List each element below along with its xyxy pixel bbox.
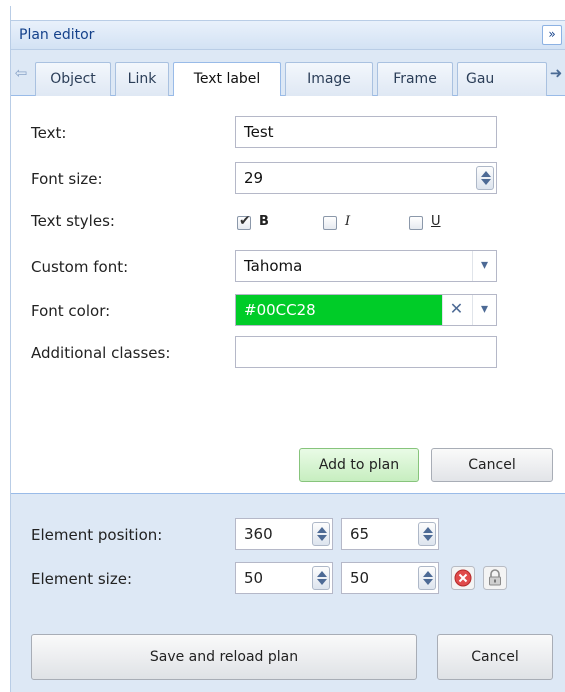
spinner-icon[interactable]	[476, 166, 494, 190]
element-position-label: Element position:	[31, 526, 163, 544]
font-size-stepper[interactable]: 29	[235, 162, 497, 194]
font-size-label: Font size:	[31, 170, 103, 188]
custom-font-select[interactable]: Tahoma ▾	[235, 250, 497, 282]
collapse-icon[interactable]: »	[542, 25, 562, 45]
bold-checkbox[interactable]: ✔	[237, 213, 251, 230]
position-x-stepper[interactable]: 360	[235, 518, 333, 550]
panel-title: Plan editor	[19, 27, 95, 43]
additional-classes-label: Additional classes:	[31, 344, 171, 362]
clear-icon[interactable]: ✕	[442, 295, 470, 325]
tab-gauge[interactable]: Gau	[457, 62, 547, 96]
remove-icon[interactable]	[451, 566, 475, 590]
cancel-button[interactable]: Cancel	[431, 448, 553, 482]
text-label: Text:	[31, 124, 67, 142]
add-to-plan-button[interactable]: Add to plan	[299, 448, 419, 482]
size-width-value: 50	[244, 569, 264, 587]
spinner-icon[interactable]	[418, 566, 436, 590]
footer-cancel-button[interactable]: Cancel	[437, 634, 553, 680]
additional-classes-input[interactable]	[235, 336, 497, 368]
size-width-stepper[interactable]: 50	[235, 562, 333, 594]
lock-icon[interactable]	[483, 566, 507, 590]
underline-checkbox[interactable]	[409, 216, 423, 230]
tab-frame[interactable]: Frame	[377, 62, 453, 96]
plan-editor-panel: Plan editor » ⇦ Object Link Text label I…	[10, 6, 565, 692]
size-height-value: 50	[350, 569, 370, 587]
italic-label: I	[345, 214, 351, 229]
text-input[interactable]: Test	[235, 116, 497, 148]
position-x-value: 360	[244, 525, 273, 543]
underline-label: U	[431, 214, 441, 229]
tab-link[interactable]: Link	[115, 62, 169, 96]
italic-checkbox[interactable]	[323, 216, 337, 230]
text-styles-label: Text styles:	[31, 212, 115, 230]
element-properties: Element position: 360 65 Element size: 5…	[11, 494, 565, 692]
tab-scroll-right-icon[interactable]: ➜	[548, 64, 564, 84]
font-size-value: 29	[244, 169, 264, 187]
font-color-picker[interactable]: #00CC28 ✕ ▾	[235, 294, 497, 326]
position-y-stepper[interactable]: 65	[341, 518, 439, 550]
font-color-value[interactable]: #00CC28	[236, 295, 442, 325]
panel-header: Plan editor »	[11, 20, 565, 50]
tab-text-label[interactable]: Text label	[173, 62, 281, 97]
element-size-label: Element size:	[31, 570, 133, 588]
tab-strip: ⇦ Object Link Text label Image Frame Gau…	[11, 50, 565, 97]
check-icon: ✔	[239, 213, 251, 229]
bold-label: B	[259, 214, 269, 229]
tab-image[interactable]: Image	[285, 62, 373, 96]
size-height-stepper[interactable]: 50	[341, 562, 439, 594]
save-and-reload-plan-button[interactable]: Save and reload plan	[31, 634, 417, 680]
chevron-down-icon[interactable]: ▾	[472, 251, 496, 281]
position-y-value: 65	[350, 525, 370, 543]
tab-object[interactable]: Object	[35, 62, 111, 96]
custom-font-label: Custom font:	[31, 258, 129, 276]
tab-scroll-left-icon[interactable]: ⇦	[13, 64, 29, 84]
custom-font-value: Tahoma	[244, 257, 303, 275]
spinner-icon[interactable]	[312, 522, 330, 546]
spinner-icon[interactable]	[418, 522, 436, 546]
chevron-down-icon[interactable]: ▾	[472, 295, 496, 325]
spinner-icon[interactable]	[312, 566, 330, 590]
text-label-form: Text: Test Font size: 29 Text styles: ✔ …	[11, 96, 565, 494]
font-color-label: Font color:	[31, 302, 111, 320]
